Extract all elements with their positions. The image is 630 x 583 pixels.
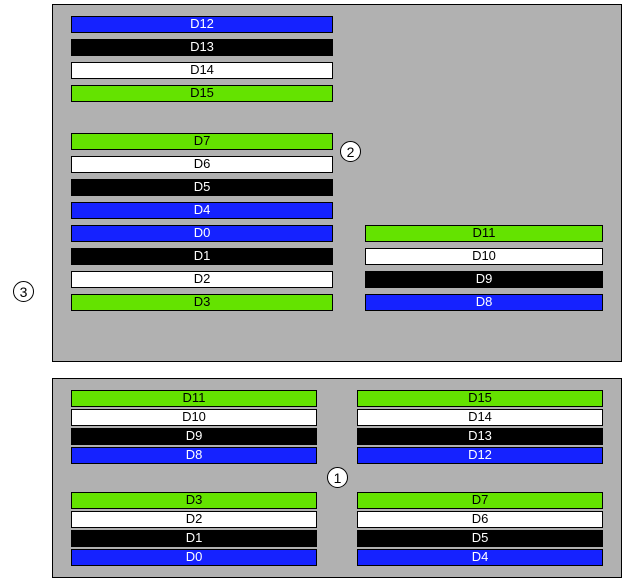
slot-label: D3 (72, 493, 316, 507)
slot-d1-b: D1 (71, 530, 317, 547)
callout-2: 2 (340, 141, 361, 162)
top-panel: D12 D13 D14 D15 D7 D6 D5 D4 D0 D1 D2 D3 … (52, 4, 622, 362)
slot-label: D6 (72, 157, 332, 171)
slot-d12-b: D12 (357, 447, 603, 464)
slot-label: D11 (72, 391, 316, 405)
slot-label: D7 (358, 493, 602, 507)
slot-label: D7 (72, 134, 332, 148)
slot-label: D2 (72, 272, 332, 286)
slot-d10-b: D10 (71, 409, 317, 426)
slot-d6: D6 (71, 156, 333, 173)
slot-d14: D14 (71, 62, 333, 79)
callout-1: 1 (327, 467, 348, 488)
slot-label: D3 (72, 295, 332, 309)
slot-label: D4 (358, 550, 602, 564)
slot-label: D5 (358, 531, 602, 545)
slot-d2-b: D2 (71, 511, 317, 528)
slot-label: D8 (366, 295, 602, 309)
slot-d14-b: D14 (357, 409, 603, 426)
slot-d3: D3 (71, 294, 333, 311)
slot-d9-b: D9 (71, 428, 317, 445)
slot-d13-b: D13 (357, 428, 603, 445)
slot-d11: D11 (365, 225, 603, 242)
slot-d15-b: D15 (357, 390, 603, 407)
slot-d2: D2 (71, 271, 333, 288)
slot-label: D13 (358, 429, 602, 443)
slot-label: D12 (72, 17, 332, 31)
slot-d13: D13 (71, 39, 333, 56)
slot-d12: D12 (71, 16, 333, 33)
slot-d8: D8 (365, 294, 603, 311)
slot-d3-b: D3 (71, 492, 317, 509)
slot-label: D14 (72, 63, 332, 77)
callout-3: 3 (13, 281, 34, 302)
slot-d11-b: D11 (71, 390, 317, 407)
slot-d7-b: D7 (357, 492, 603, 509)
slot-label: D10 (366, 249, 602, 263)
slot-label: D1 (72, 531, 316, 545)
slot-d10: D10 (365, 248, 603, 265)
slot-label: D13 (72, 40, 332, 54)
slot-label: D4 (72, 203, 332, 217)
slot-label: D15 (72, 86, 332, 100)
slot-label: D9 (72, 429, 316, 443)
slot-label: D1 (72, 249, 332, 263)
slot-d4-b: D4 (357, 549, 603, 566)
slot-label: D11 (366, 226, 602, 240)
slot-label: D0 (72, 226, 332, 240)
slot-label: D15 (358, 391, 602, 405)
callout-label: 1 (334, 470, 342, 486)
slot-d5-b: D5 (357, 530, 603, 547)
slot-d8-b: D8 (71, 447, 317, 464)
slot-d0-b: D0 (71, 549, 317, 566)
slot-d5: D5 (71, 179, 333, 196)
slot-label: D9 (366, 272, 602, 286)
slot-d15: D15 (71, 85, 333, 102)
slot-label: D12 (358, 448, 602, 462)
slot-d4: D4 (71, 202, 333, 219)
slot-label: D8 (72, 448, 316, 462)
slot-label: D5 (72, 180, 332, 194)
slot-label: D10 (72, 410, 316, 424)
callout-label: 2 (347, 144, 355, 160)
callout-label: 3 (20, 284, 28, 300)
slot-label: D6 (358, 512, 602, 526)
slot-label: D0 (72, 550, 316, 564)
slot-label: D14 (358, 410, 602, 424)
slot-d9: D9 (365, 271, 603, 288)
slot-d0: D0 (71, 225, 333, 242)
slot-d1: D1 (71, 248, 333, 265)
slot-d6-b: D6 (357, 511, 603, 528)
slot-label: D2 (72, 512, 316, 526)
slot-d7: D7 (71, 133, 333, 150)
